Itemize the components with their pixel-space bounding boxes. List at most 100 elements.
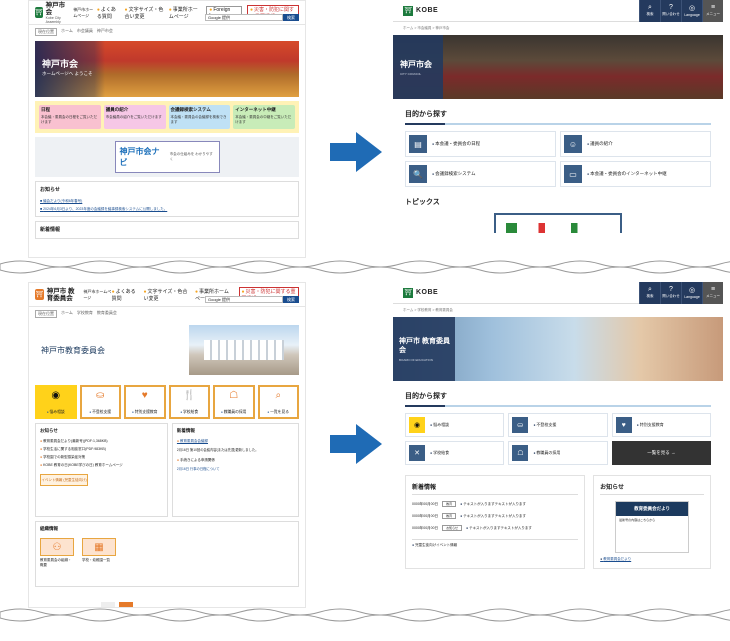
contact-tool[interactable]: ? 問い合わせ bbox=[660, 0, 681, 22]
crumb-home[interactable]: ホーム bbox=[61, 28, 73, 36]
language-tool[interactable]: ◎ Language bbox=[681, 0, 702, 22]
question-icon: ? bbox=[669, 286, 673, 293]
card-school-lunch[interactable]: ✕学校給食 bbox=[405, 441, 505, 465]
card-minutes-search[interactable]: 🔍会議録検索システム bbox=[405, 161, 556, 187]
home-link[interactable]: 神戸市ホームページ bbox=[73, 7, 97, 19]
notice-link[interactable]: 学校生活に関する相談窓口(PDF:983KB) bbox=[40, 447, 163, 452]
school-list-link[interactable]: ▦ 学校・幼稚園一覧 bbox=[82, 538, 116, 568]
kobe-mark-icon: ⛩ bbox=[35, 289, 44, 300]
font-size-link[interactable]: 文字サイズ・色合い変更 bbox=[125, 6, 164, 20]
event-link[interactable]: 児童生徒向けイベント情報 bbox=[412, 539, 579, 548]
notice-title: お知らせ bbox=[40, 187, 60, 193]
hero-title: 神戸市教育委員会 bbox=[41, 345, 105, 355]
old-search: Google 提供 検索 bbox=[205, 296, 299, 303]
search-tool[interactable]: ⌕ 検索 bbox=[639, 282, 660, 304]
topics-banner[interactable] bbox=[494, 213, 622, 233]
navi-desc: 市会の仕組みを わかりやすく bbox=[169, 152, 213, 161]
logo-text: 神戸市 教育委員会 bbox=[46, 287, 75, 302]
hero-overlay: 神戸市 教育委員会 BOARD OF EDUCATION bbox=[393, 317, 455, 381]
news-row[interactable]: 0000年00月00日お知らせテキストが入りますテキストが入ります bbox=[412, 525, 578, 531]
menu-internet-broadcast[interactable]: インターネット中継 本会議・委員会の中継をご覧いただけます bbox=[233, 105, 295, 129]
notice-box: お知らせ 議会だより(令和6年春号) 2024年6月3日より、2023年度の会議… bbox=[35, 181, 299, 217]
crumb-current: 現在位置 bbox=[35, 28, 57, 36]
business-link[interactable]: 事業所ホームページ bbox=[169, 6, 202, 20]
language-tool[interactable]: ◎ Language bbox=[681, 282, 702, 304]
news-box: 新着情報 0000年00月00日教育テキストが入りますテキストが入ります 000… bbox=[405, 475, 586, 569]
search-input[interactable]: Google 提供 bbox=[205, 14, 283, 21]
news-row[interactable]: 0000年00月00日教育テキストが入りますテキストが入ります bbox=[412, 513, 578, 519]
search-tool[interactable]: ⌕ 検索 bbox=[639, 0, 660, 22]
old-education-board-page: ⛩ 神戸市 教育委員会 神戸市ホームページ よくある質問 文字サイズ・色合い変更… bbox=[28, 282, 306, 608]
logo-text: 神戸市会 bbox=[45, 1, 66, 16]
navi-title: 神戸市会ナビ bbox=[119, 147, 160, 167]
news-title: 新着情報 bbox=[412, 482, 579, 495]
crumb-home[interactable]: ホーム bbox=[61, 310, 73, 318]
newsletter-text: 最新号の内容はこちらから bbox=[619, 518, 656, 522]
info-columns: お知らせ 教育委員会だより(最新号)(PDF:1,368KB) 学校生活に関する… bbox=[35, 423, 299, 517]
faq-link[interactable]: よくある質問 bbox=[112, 288, 139, 302]
crumb-section[interactable]: 学校教育 bbox=[77, 310, 93, 318]
kobe-logo[interactable]: ⛩ KOBE bbox=[393, 5, 438, 16]
notice-link[interactable]: 学校園での新型感染症対策 bbox=[40, 455, 163, 460]
menu-tool[interactable]: ≡ メニュー bbox=[702, 282, 723, 304]
icon-consultation[interactable]: ◉悩み相談 bbox=[35, 385, 77, 419]
search-button[interactable]: 検索 bbox=[283, 14, 299, 21]
faq-link[interactable]: よくある質問 bbox=[97, 6, 120, 20]
breadcrumb: ホーム > 市会議員 > 神戸市会 bbox=[403, 26, 450, 30]
card-recruitment[interactable]: ☖教職員の採用 bbox=[508, 441, 608, 465]
crumb-section[interactable]: 市会議員 bbox=[77, 28, 93, 36]
search-input[interactable]: Google 提供 bbox=[205, 296, 283, 303]
old-logo[interactable]: ⛩ 神戸市 教育委員会 神戸市ホームページ bbox=[35, 288, 112, 302]
card-special-education[interactable]: ♥特別支援教育 bbox=[611, 413, 711, 437]
home-link[interactable]: 神戸市ホームページ bbox=[83, 289, 111, 301]
old-header: ⛩ 神戸市会Kobe City Assembly 神戸市ホームページ よくある質… bbox=[29, 1, 305, 25]
old-header: ⛩ 神戸市 教育委員会 神戸市ホームページ よくある質問 文字サイズ・色合い変更… bbox=[29, 283, 305, 307]
icon-see-all[interactable]: ⌕一覧を見る bbox=[257, 385, 299, 419]
news-box: 新着情報 教育委員会会議録 2月16日 第10回の会議内容(または先週)更新しま… bbox=[171, 423, 299, 517]
kobe-logo[interactable]: ⛩ KOBE bbox=[393, 287, 438, 298]
contact-tool[interactable]: ? 問い合わせ bbox=[660, 282, 681, 304]
menu-members[interactable]: 議員の紹介 市会議員の紹介をご覧いただけます bbox=[103, 105, 166, 129]
card-schedule[interactable]: ▤本会議・委員会の日程 bbox=[405, 131, 556, 157]
event-button[interactable]: イベント情報 (児童生徒向け) bbox=[40, 474, 88, 486]
icon-special-education[interactable]: ♥特別支援教育 bbox=[124, 385, 166, 419]
newsletter-link[interactable]: 教育委員会だより bbox=[600, 557, 704, 562]
news-row[interactable]: 0000年00月00日教育テキストが入りますテキストが入ります bbox=[412, 501, 578, 507]
header-tools: ⌕ 検索 ? 問い合わせ ◎ Language ≡ メニュー bbox=[639, 282, 723, 304]
card-see-all[interactable]: 一覧を見る → bbox=[611, 441, 711, 465]
news-link[interactable]: 手続きによる申請関係 bbox=[177, 458, 294, 463]
old-logo[interactable]: ⛩ 神戸市会 Kobe City Assembly 神戸市ホームページ bbox=[35, 2, 97, 24]
notice-link[interactable]: 教育委員会だより(最新号)(PDF:1,368KB) bbox=[40, 439, 163, 444]
staff-icon: ☖ bbox=[229, 390, 239, 401]
icon-truancy-support[interactable]: ⛀不登校支援 bbox=[79, 385, 121, 419]
card-consultation[interactable]: ◉悩み相談 bbox=[405, 413, 505, 437]
font-size-link[interactable]: 文字サイズ・色合い変更 bbox=[144, 288, 190, 302]
notice-link[interactable]: 2024年6月3日より、2023年度の会議録を議事録検索システムに公開しました。 bbox=[40, 207, 294, 212]
news-tag: 教育 bbox=[442, 513, 457, 519]
news-desc[interactable]: 2月16日 行事の日程について bbox=[177, 466, 294, 471]
card-truancy-support[interactable]: ⛀不登校支援 bbox=[508, 413, 608, 437]
globe-icon: ◎ bbox=[688, 4, 696, 12]
icon-recruitment[interactable]: ☖教職員の採用 bbox=[213, 385, 255, 419]
icon-school-lunch[interactable]: 🍴学校給食 bbox=[168, 385, 210, 419]
search-button[interactable]: 検索 bbox=[283, 296, 299, 303]
navi-banner[interactable]: 神戸市会ナビ 市会の仕組みを わかりやすく bbox=[114, 141, 220, 173]
menu-tool[interactable]: ≡ メニュー bbox=[702, 0, 723, 22]
org-chart-icon: ⚇ bbox=[40, 538, 74, 556]
logo-sub: Kobe City Assembly bbox=[45, 15, 61, 24]
new-header: ⛩ KOBE ⌕ 検索 ? 問い合わせ ◎ Language ≡ メニュー bbox=[393, 282, 723, 304]
org-structure-link[interactable]: ⚇ 教育委員会の組織・概要 bbox=[40, 538, 74, 568]
newsletter-thumbnail[interactable]: 教育委員会だより 最新号の内容はこちらから bbox=[615, 501, 690, 553]
card-internet-broadcast[interactable]: ▭本会議・委員会のインターネット中継 bbox=[560, 161, 711, 187]
kobe-mark-icon: ⛩ bbox=[35, 7, 43, 18]
card-members[interactable]: ☺議員の紹介 bbox=[560, 131, 711, 157]
notice-link[interactable]: 議会だより(令和6年春号) bbox=[40, 199, 294, 204]
notice-link[interactable]: KOBE 教育の日(KOBE学びの日) 教育ホームページ bbox=[40, 463, 163, 468]
purpose-heading: 目的から探す bbox=[405, 109, 711, 125]
news-link[interactable]: 教育委員会会議録 bbox=[177, 439, 294, 444]
wave-separator bbox=[0, 260, 730, 274]
hero-banner: 神戸市会 ホームページへ ようこそ bbox=[35, 41, 299, 97]
menu-schedule[interactable]: 日程 本会議・委員会の日程をご覧いただけます bbox=[39, 105, 101, 129]
menu-minutes-search[interactable]: 会議録検索システム 本会議・委員会の会議録を検索できます bbox=[168, 105, 231, 129]
newsletter-title: 教育委員会だより bbox=[616, 502, 689, 516]
